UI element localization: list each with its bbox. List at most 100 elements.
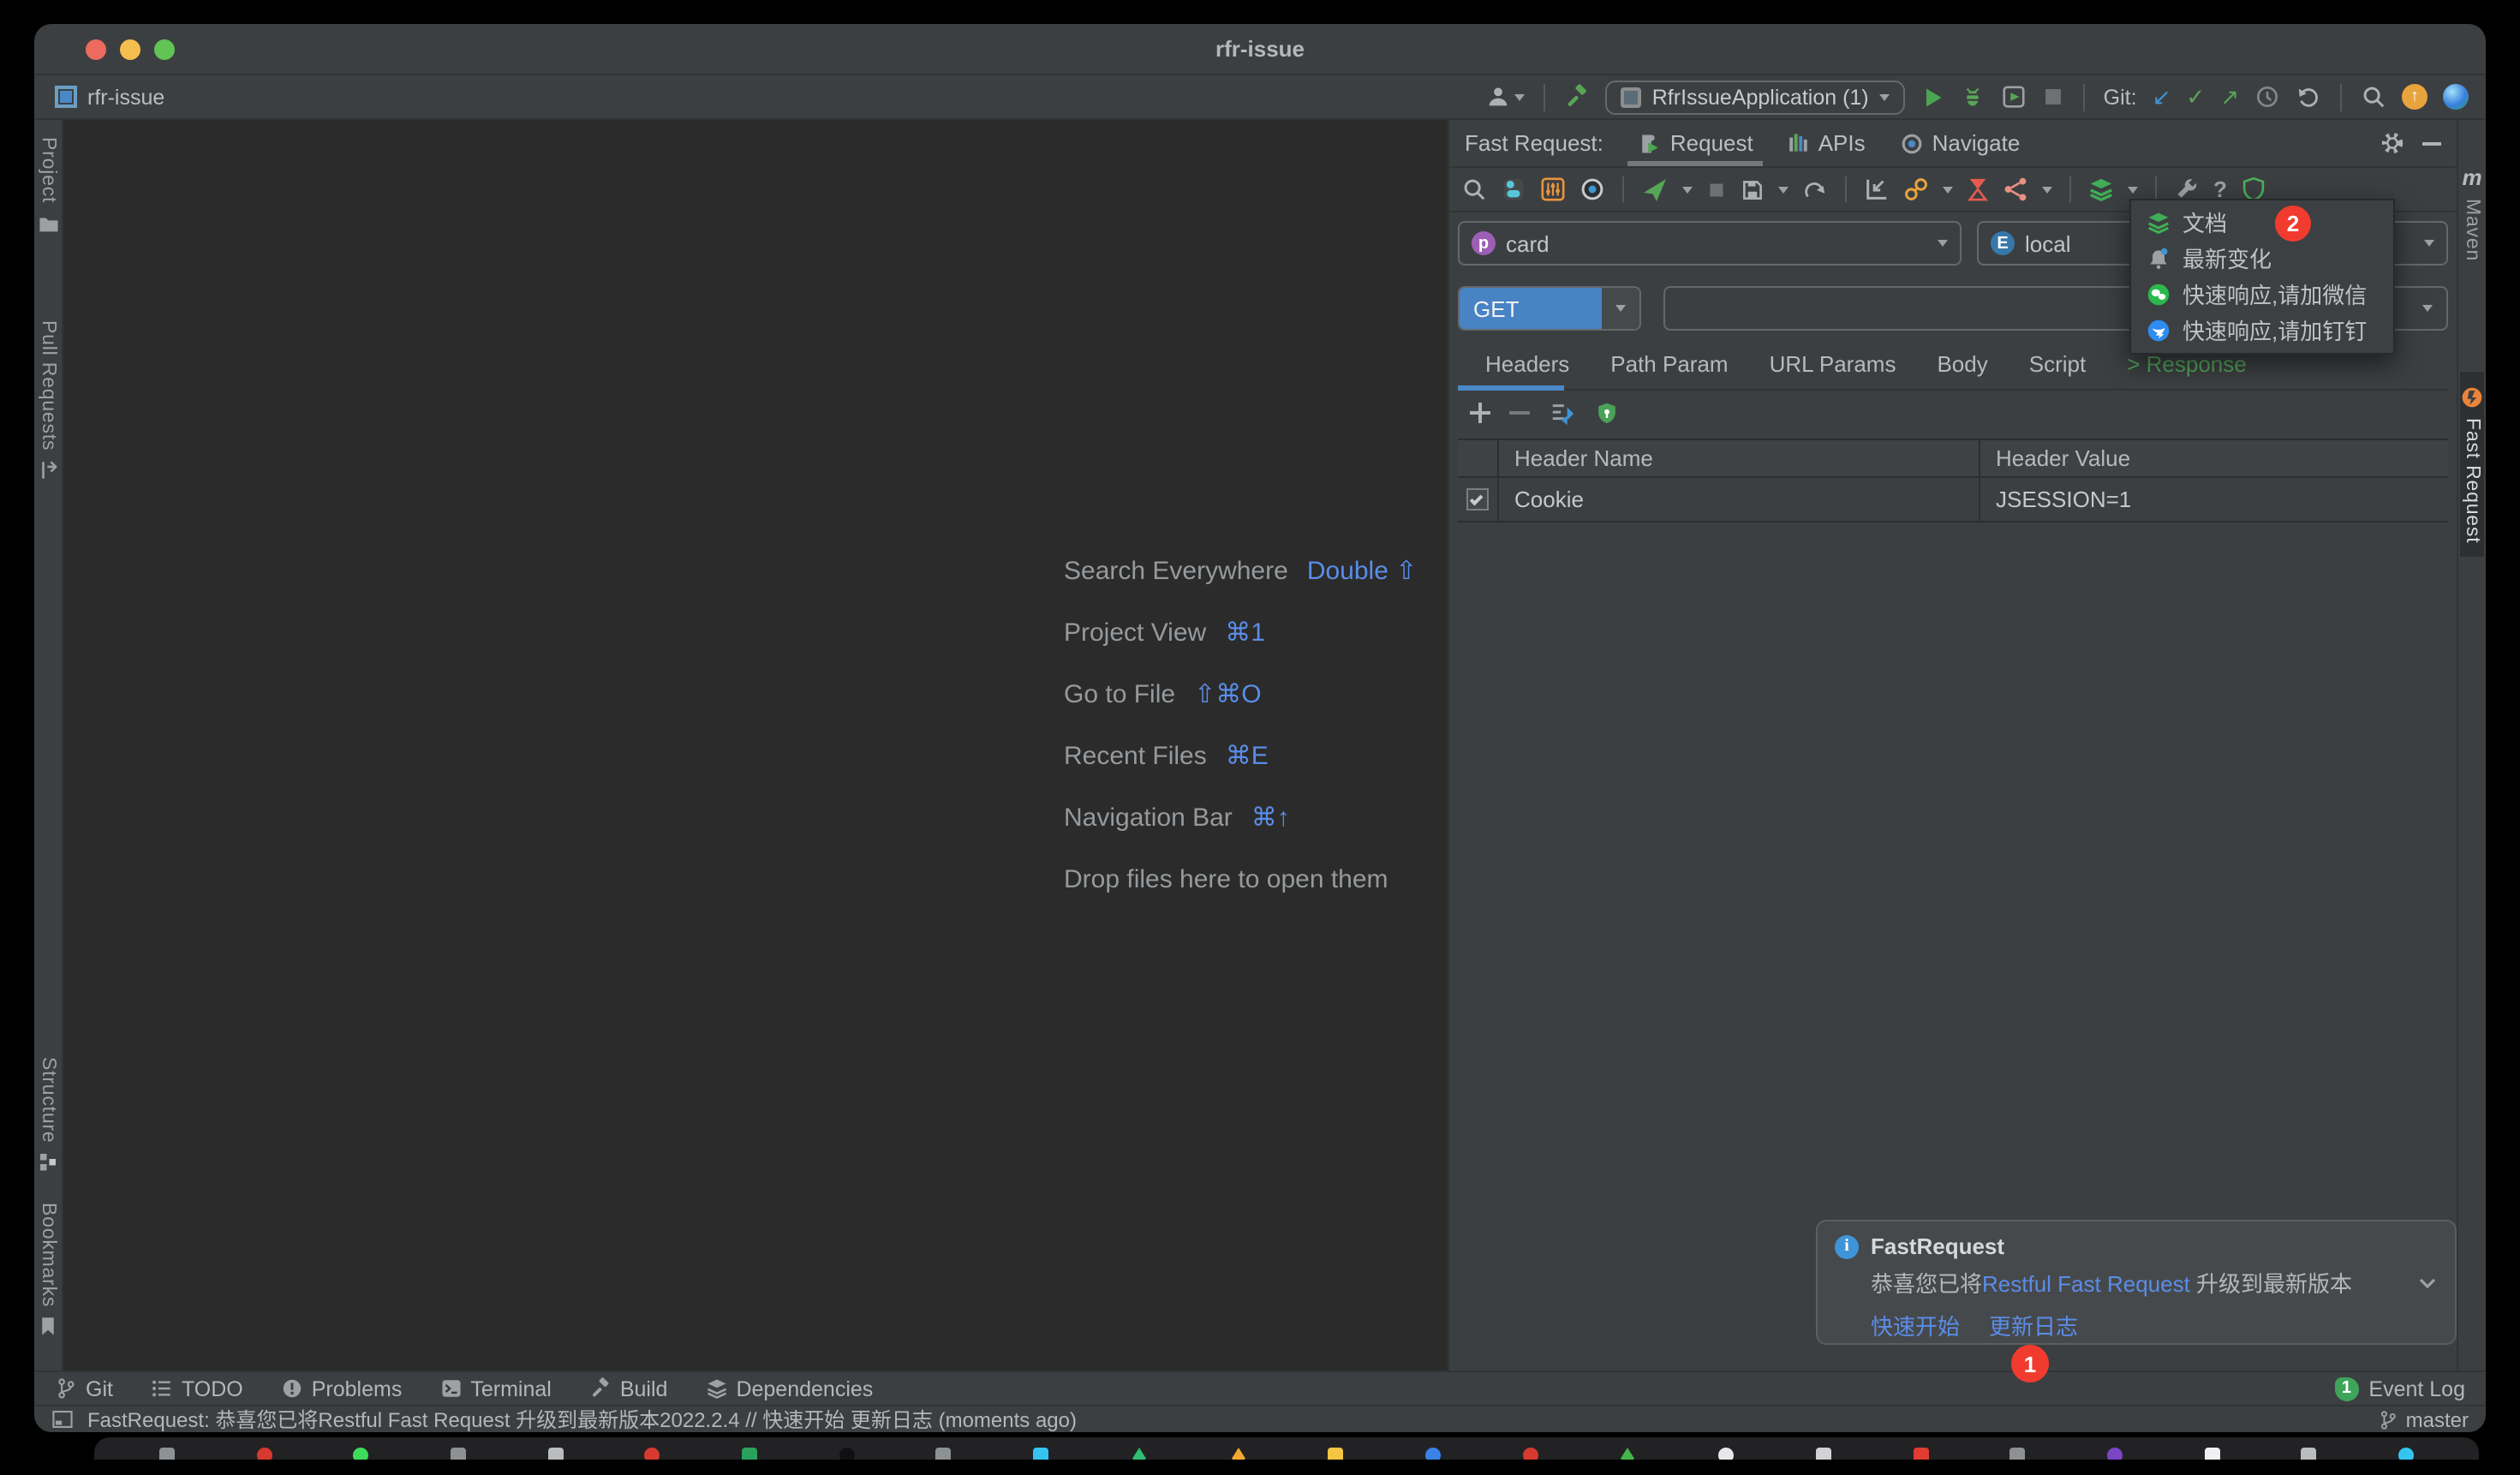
sidebar-item-pull-requests[interactable]: Pull Requests: [37, 313, 59, 487]
dock-app-icon[interactable]: [1229, 1448, 1246, 1460]
chevron-down-icon[interactable]: [1682, 186, 1693, 193]
tab-body[interactable]: Body: [1937, 351, 1987, 389]
chevron-down-icon[interactable]: [2042, 186, 2052, 193]
table-row[interactable]: Cookie JSESSION=1: [1458, 478, 2448, 523]
toolwindow-git[interactable]: Git: [55, 1376, 113, 1400]
hide-panel-icon[interactable]: [2422, 141, 2441, 145]
chevron-down-icon[interactable]: [2128, 186, 2138, 193]
tab-headers[interactable]: Headers: [1485, 351, 1569, 389]
auth-shield-icon[interactable]: [1595, 400, 1619, 426]
gear-icon[interactable]: [2380, 130, 2405, 156]
dock-app-icon[interactable]: [839, 1448, 855, 1460]
remove-header-button[interactable]: [1509, 403, 1530, 423]
dock-app-icon[interactable]: [2204, 1448, 2219, 1460]
dock-app-icon[interactable]: [2009, 1448, 2025, 1460]
run-button[interactable]: [1920, 85, 1944, 109]
header-name-cell[interactable]: Cookie: [1499, 478, 1980, 521]
connection-toggle-icon[interactable]: [1501, 176, 1526, 202]
add-header-button[interactable]: [1470, 403, 1490, 423]
sidebar-item-bookmarks[interactable]: Bookmarks: [38, 1196, 58, 1343]
menu-item-dingtalk[interactable]: 快速响应,请加钉钉: [2131, 312, 2393, 348]
export-chart-icon[interactable]: [1864, 176, 1890, 202]
menu-item-wechat[interactable]: 快速响应,请加微信: [2131, 276, 2393, 312]
tab-url-params[interactable]: URL Params: [1770, 351, 1896, 389]
bulk-edit-icon[interactable]: [1549, 400, 1576, 426]
tab-navigate[interactable]: Navigate: [1900, 120, 2021, 166]
build-hammer-icon[interactable]: [1565, 84, 1591, 110]
dock-app-icon[interactable]: [1131, 1448, 1148, 1460]
rollback-icon[interactable]: [2296, 84, 2321, 110]
branch-widget[interactable]: master: [2379, 1407, 2469, 1431]
link-icon[interactable]: [1903, 176, 1929, 202]
git-commit-icon[interactable]: ✓: [2186, 86, 2205, 108]
profile-button[interactable]: [1486, 84, 1526, 110]
toolwindow-problems[interactable]: Problems: [281, 1376, 403, 1400]
toolwindow-todo[interactable]: TODO: [151, 1376, 243, 1400]
tab-path-param[interactable]: Path Param: [1610, 351, 1728, 389]
chevron-down-icon[interactable]: [2417, 1272, 2438, 1293]
search-icon[interactable]: [1461, 176, 1487, 202]
dock-app-icon[interactable]: [1718, 1448, 1734, 1460]
toolwindow-build[interactable]: Build: [589, 1376, 668, 1400]
editor-area[interactable]: Search Everywhere Double ⇧ Project View …: [63, 120, 1448, 1370]
dock-app-icon[interactable]: [1620, 1448, 1637, 1460]
menu-item-whats-new[interactable]: 最新变化: [2131, 240, 2393, 276]
docs-layers-icon[interactable]: [2088, 176, 2114, 202]
macos-dock[interactable]: [94, 1437, 2479, 1460]
hourglass-icon[interactable]: [1967, 176, 1989, 202]
dock-app-icon[interactable]: [1329, 1448, 1344, 1460]
dock-app-icon[interactable]: [256, 1448, 272, 1460]
debug-button[interactable]: [1960, 84, 1986, 110]
tab-apis[interactable]: APIs: [1788, 120, 1866, 166]
changelog-link[interactable]: 更新日志: [1989, 1309, 2078, 1341]
header-enabled-checkbox[interactable]: [1466, 488, 1489, 511]
chevron-down-icon[interactable]: [1943, 186, 1953, 193]
quick-start-link[interactable]: 快速开始: [1871, 1309, 1960, 1341]
dock-app-icon[interactable]: [936, 1448, 952, 1460]
history-clock-icon[interactable]: [2254, 84, 2280, 110]
dock-app-icon[interactable]: [547, 1448, 563, 1460]
run-with-coverage-button[interactable]: [2001, 84, 2027, 110]
dock-app-icon[interactable]: [1816, 1448, 1831, 1460]
dock-app-icon[interactable]: [1913, 1448, 1928, 1460]
dock-app-icon[interactable]: [1522, 1448, 1538, 1460]
dock-app-icon[interactable]: [1425, 1448, 1441, 1460]
share-graph-icon[interactable]: [2003, 176, 2028, 202]
target-icon[interactable]: [1579, 176, 1605, 202]
dock-app-icon[interactable]: [2107, 1448, 2123, 1460]
plugin-link[interactable]: Restful Fast Request: [1982, 1271, 2190, 1297]
project-module-select[interactable]: p card: [1458, 221, 1962, 266]
dock-app-icon[interactable]: [645, 1448, 660, 1460]
toolwindow-terminal[interactable]: Terminal: [439, 1376, 552, 1400]
settings-sliders-icon[interactable]: [1540, 176, 1566, 202]
tab-script[interactable]: Script: [2029, 351, 2086, 389]
git-push-icon[interactable]: ↗: [2220, 86, 2239, 108]
sidebar-item-structure[interactable]: Structure: [38, 1049, 58, 1179]
sidebar-item-maven[interactable]: m Maven: [2462, 158, 2482, 268]
redo-icon[interactable]: [1802, 176, 1828, 202]
http-method-select[interactable]: GET: [1458, 286, 1641, 331]
dock-app-icon[interactable]: [742, 1448, 757, 1460]
status-message[interactable]: FastRequest: 恭喜您已将Restful Fast Request 升…: [87, 1405, 1077, 1432]
project-breadcrumb[interactable]: rfr-issue: [55, 85, 164, 109]
toolwindow-dependencies[interactable]: Dependencies: [705, 1376, 873, 1400]
stop-button[interactable]: [2042, 86, 2064, 108]
dock-app-icon[interactable]: [354, 1448, 369, 1460]
sidebar-item-fast-request[interactable]: Fast Request: [2460, 371, 2484, 556]
stop-request-icon[interactable]: [1706, 179, 1727, 200]
response-toggle[interactable]: > Response: [2127, 351, 2247, 389]
run-configuration-select[interactable]: RfrIssueApplication (1): [1606, 80, 1905, 114]
save-icon[interactable]: [1741, 177, 1765, 201]
send-request-icon[interactable]: [1641, 176, 1669, 203]
search-icon[interactable]: [2361, 84, 2386, 110]
header-value-cell[interactable]: JSESSION=1: [1980, 487, 2448, 512]
chevron-down-icon[interactable]: [1778, 186, 1788, 193]
event-log-button[interactable]: 1 Event Log: [2334, 1376, 2465, 1400]
git-update-icon[interactable]: ↙: [2153, 86, 2171, 108]
dock-app-icon[interactable]: [451, 1448, 466, 1460]
menu-item-docs[interactable]: 文档 2: [2131, 204, 2393, 240]
dock-app-icon[interactable]: [2302, 1448, 2317, 1460]
dock-app-icon[interactable]: [2398, 1448, 2414, 1460]
sidebar-item-project[interactable]: Project: [37, 130, 59, 241]
tab-request[interactable]: Request: [1638, 120, 1753, 166]
